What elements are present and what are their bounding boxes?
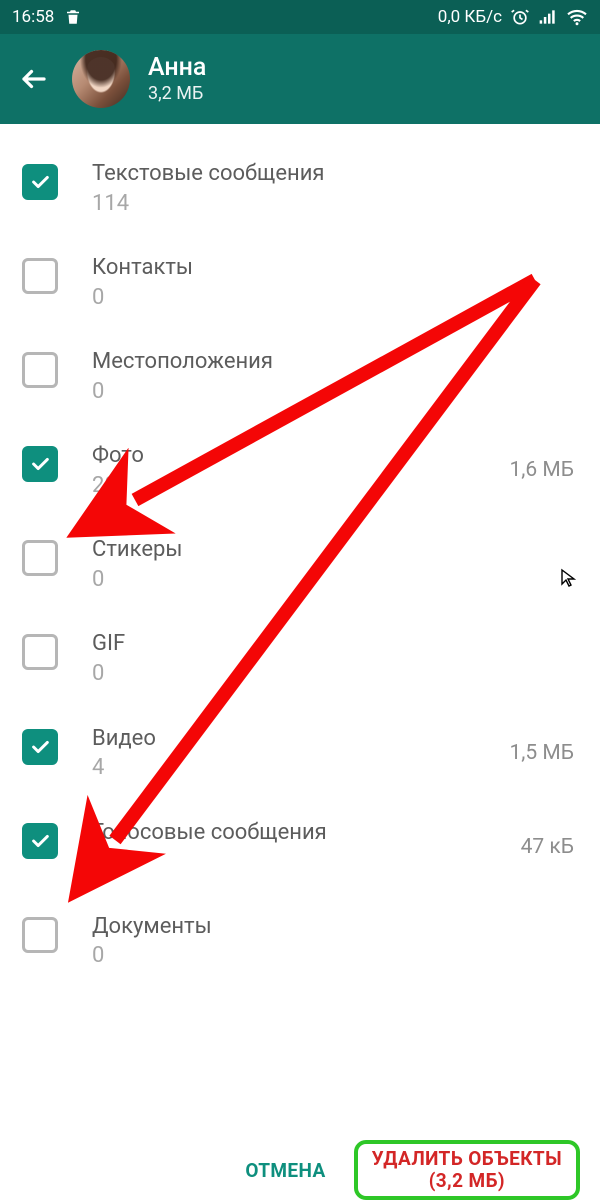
checkbox[interactable] <box>22 258 58 294</box>
cancel-button[interactable]: ОТМЕНА <box>245 1159 325 1182</box>
item-size <box>574 536 578 552</box>
list-item[interactable]: Текстовые сообщения114 <box>22 142 578 236</box>
content-list: Текстовые сообщения114Контакты0Местополо… <box>0 124 600 1140</box>
item-label: GIF <box>92 630 574 658</box>
mouse-cursor-icon <box>560 568 576 592</box>
item-label: Видео <box>92 725 509 753</box>
item-count: 0 <box>92 378 574 407</box>
delete-button[interactable]: УДАЛИТЬ ОБЪЕКТЫ (3,2 МБ) <box>372 1148 562 1192</box>
list-item[interactable]: Контакты0 <box>22 236 578 330</box>
checkbox[interactable] <box>22 540 58 576</box>
list-item[interactable]: GIF0 <box>22 612 578 706</box>
wifi-icon <box>566 8 588 26</box>
back-button[interactable] <box>14 59 54 99</box>
delete-button-highlight: УДАЛИТЬ ОБЪЕКТЫ (3,2 МБ) <box>354 1140 580 1200</box>
item-size <box>574 630 578 646</box>
item-count: 0 <box>92 942 574 971</box>
item-count: 4 <box>92 754 509 783</box>
signal-icon <box>538 8 558 26</box>
item-size <box>574 160 578 176</box>
item-label: Стикеры <box>92 536 574 564</box>
item-label: Текстовые сообщения <box>92 160 574 188</box>
list-item[interactable]: Документы0 <box>22 895 578 989</box>
item-count: 114 <box>92 190 574 219</box>
checkbox[interactable] <box>22 917 58 953</box>
app-bar: Анна 3,2 МБ <box>0 34 600 124</box>
list-item[interactable]: Местоположения0 <box>22 330 578 424</box>
item-size: 1,6 МБ <box>509 442 578 482</box>
checkbox[interactable] <box>22 729 58 765</box>
item-size: 47 кБ <box>521 819 578 859</box>
item-label: Фото <box>92 442 509 470</box>
checkbox[interactable] <box>22 634 58 670</box>
list-item[interactable]: Видео41,5 МБ <box>22 707 578 801</box>
item-count: 20 <box>92 472 509 501</box>
item-count: 0 <box>92 566 574 595</box>
checkbox[interactable] <box>22 823 58 859</box>
delete-button-line2: (3,2 МБ) <box>372 1170 562 1192</box>
footer-actions: ОТМЕНА УДАЛИТЬ ОБЪЕКТЫ (3,2 МБ) <box>0 1140 600 1200</box>
item-label: Документы <box>92 913 574 941</box>
list-item[interactable]: Стикеры0 <box>22 518 578 612</box>
item-size <box>574 254 578 270</box>
item-size <box>574 913 578 929</box>
alarm-icon <box>510 7 530 27</box>
item-label: Контакты <box>92 254 574 282</box>
item-count: 0 <box>92 284 574 313</box>
checkbox[interactable] <box>22 352 58 388</box>
item-label: Местоположения <box>92 348 574 376</box>
contact-name: Анна <box>148 54 206 83</box>
item-label: Голосовые сообщения <box>92 819 521 847</box>
status-net: 0,0 КБ/с <box>438 7 502 27</box>
list-item[interactable]: Голосовые сообщения1247 кБ <box>22 801 578 895</box>
avatar[interactable] <box>72 50 130 108</box>
list-item[interactable]: Фото201,6 МБ <box>22 424 578 518</box>
status-time: 16:58 <box>12 7 54 27</box>
trash-icon <box>64 8 82 26</box>
status-bar: 16:58 0,0 КБ/с <box>0 0 600 34</box>
item-size <box>574 348 578 364</box>
item-count: 12 <box>92 848 521 877</box>
checkbox[interactable] <box>22 446 58 482</box>
item-size: 1,5 МБ <box>509 725 578 765</box>
delete-button-line1: УДАЛИТЬ ОБЪЕКТЫ <box>372 1148 562 1170</box>
item-count: 0 <box>92 660 574 689</box>
contact-size: 3,2 МБ <box>148 83 206 105</box>
checkbox[interactable] <box>22 164 58 200</box>
